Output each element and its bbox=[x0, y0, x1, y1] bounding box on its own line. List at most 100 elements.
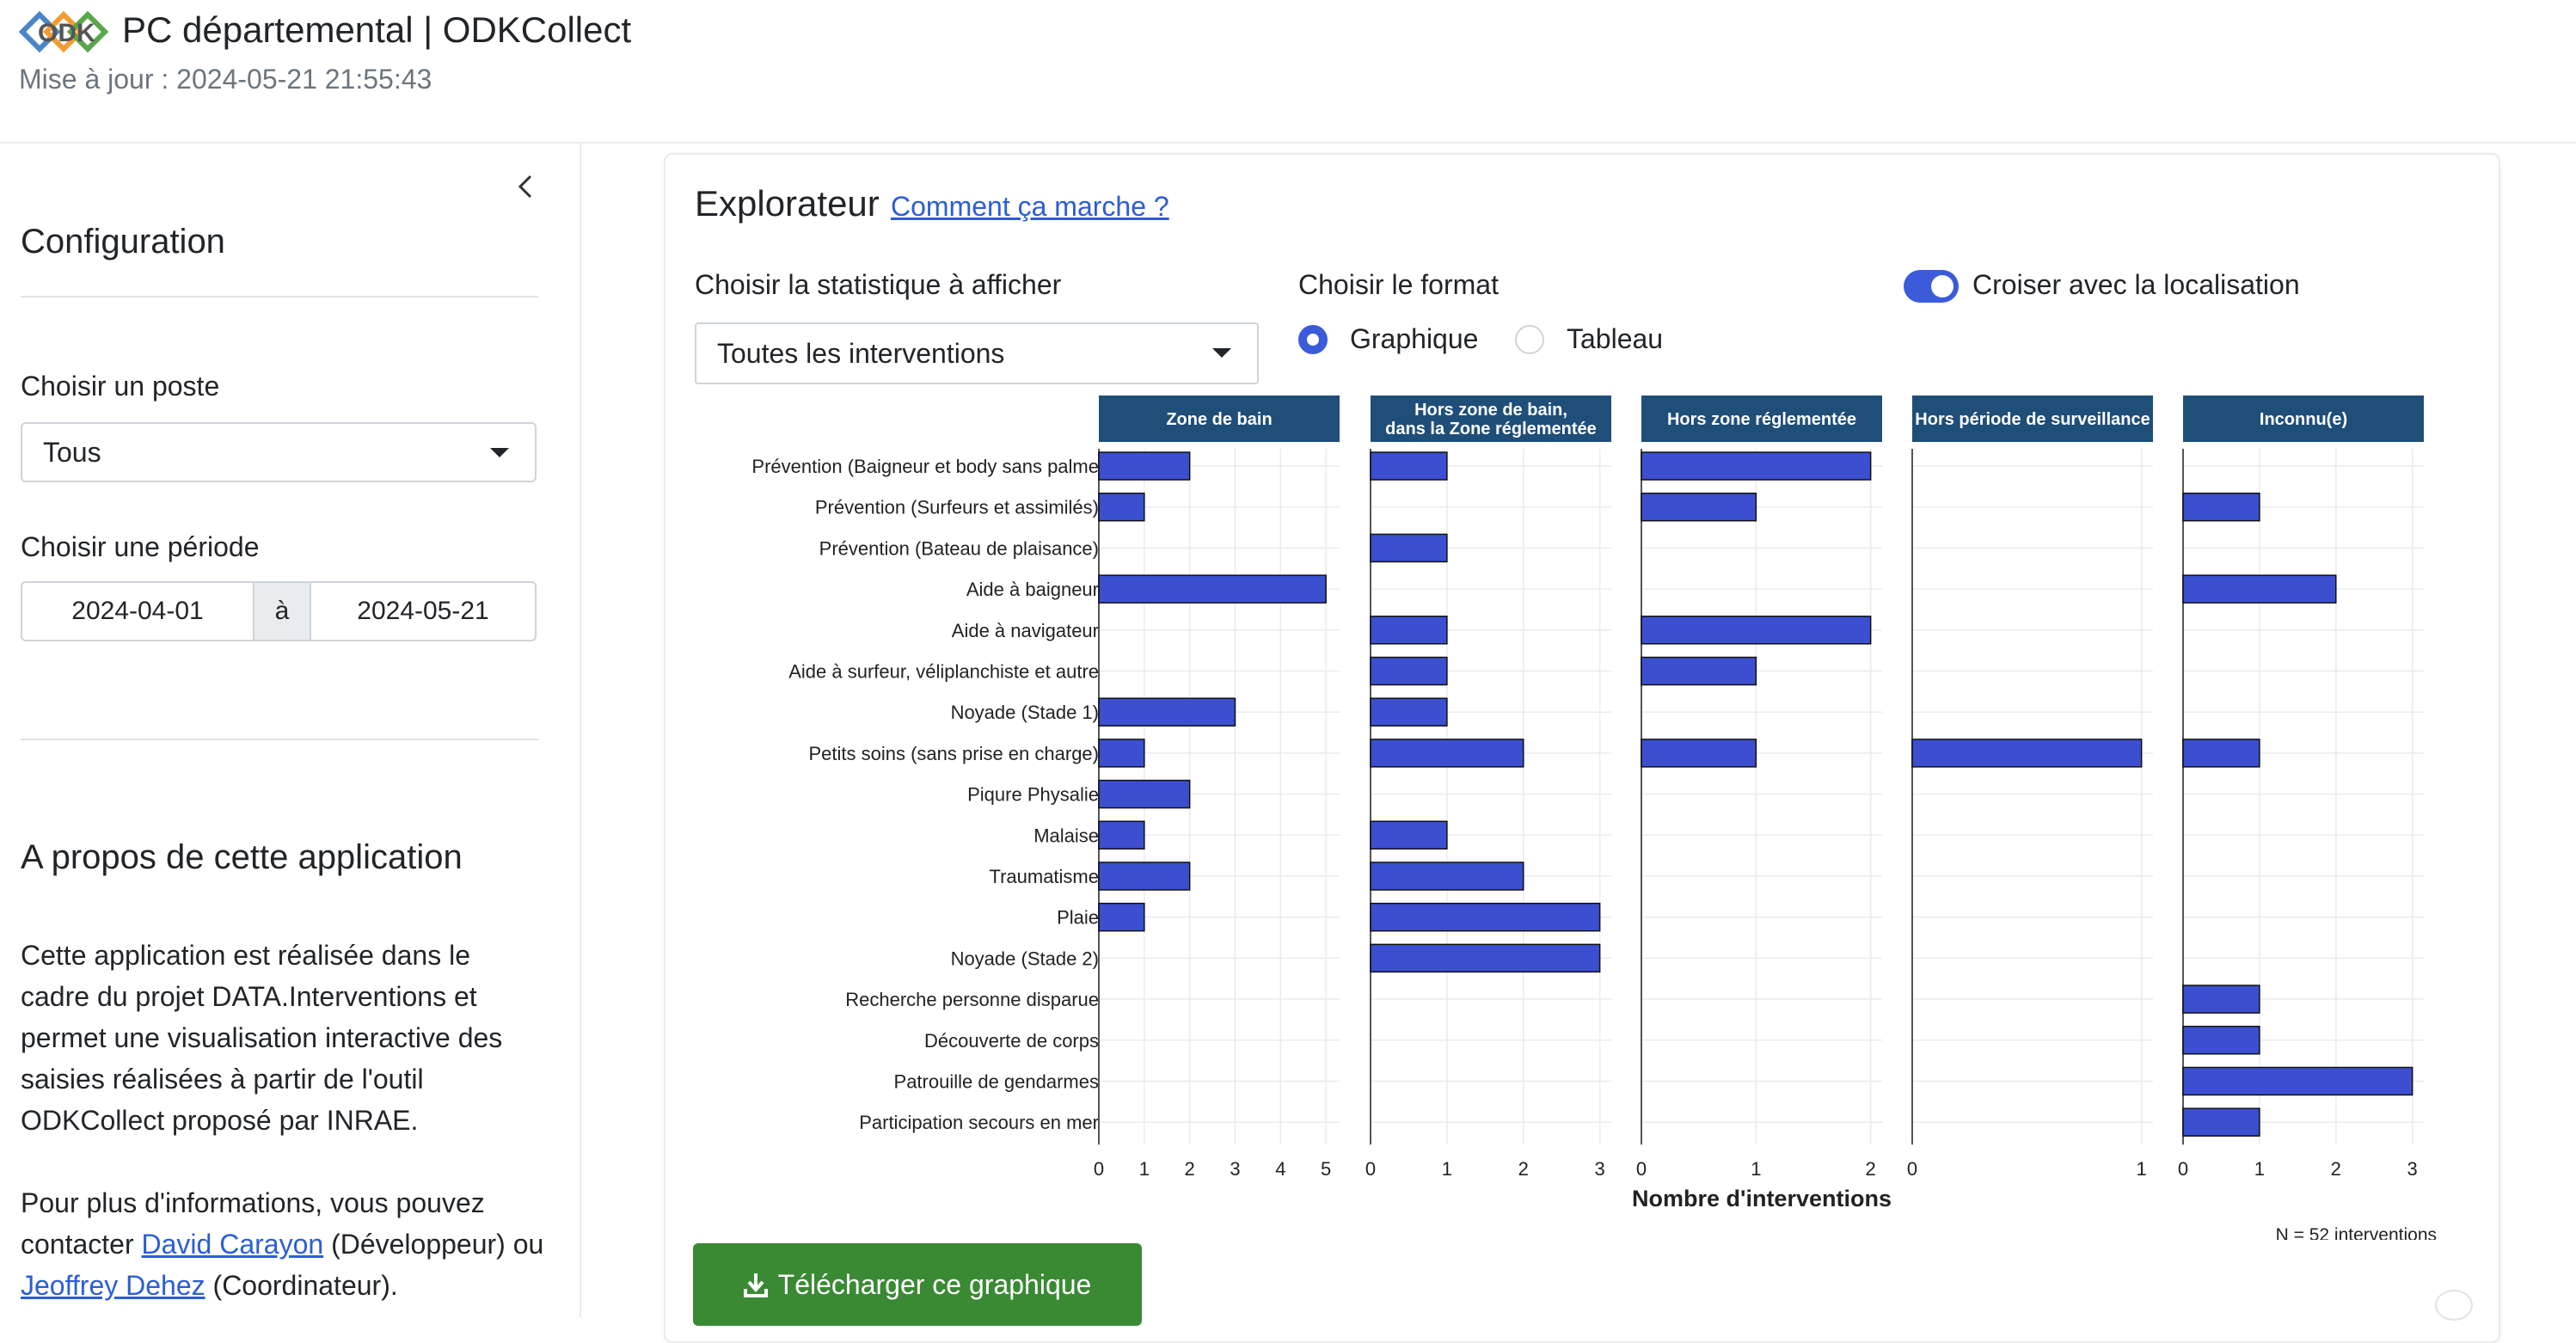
coordinator-link[interactable]: Jeoffrey Dehez bbox=[21, 1270, 205, 1301]
bar bbox=[1641, 739, 1757, 768]
svg-text:ODK: ODK bbox=[38, 19, 95, 47]
category-label: Aide à surfeur, véliplanchiste et autre bbox=[788, 661, 1099, 683]
bar bbox=[1098, 902, 1145, 932]
contact-text: Pour plus d'informations, vous pouvez co… bbox=[21, 1182, 545, 1306]
coordinator-role: (Coordinateur). bbox=[205, 1270, 398, 1301]
date-start-input[interactable]: 2024-04-01 bbox=[22, 583, 253, 640]
stat-select[interactable]: Toutes les interventions bbox=[695, 322, 1259, 384]
x-tick-label: 0 bbox=[1907, 1158, 1917, 1180]
collapse-sidebar-icon[interactable] bbox=[512, 169, 538, 204]
category-label: Recherche personne disparue bbox=[845, 989, 1099, 1010]
poste-select[interactable]: Tous bbox=[21, 422, 537, 482]
x-tick-label: 3 bbox=[2407, 1158, 2418, 1180]
poste-label: Choisir un poste bbox=[21, 371, 220, 402]
x-tick-label: 0 bbox=[2178, 1158, 2188, 1180]
date-separator: à bbox=[253, 583, 311, 640]
bar bbox=[1098, 779, 1191, 809]
category-label: Traumatisme bbox=[989, 866, 1099, 887]
x-tick-label: 3 bbox=[1595, 1158, 1605, 1180]
bar bbox=[1098, 697, 1236, 727]
x-tick-label: 5 bbox=[1321, 1158, 1331, 1180]
bar bbox=[1370, 697, 1448, 727]
bar bbox=[1641, 451, 1872, 481]
bar bbox=[1098, 574, 1327, 604]
bar bbox=[1370, 902, 1601, 932]
x-tick-label: 1 bbox=[2137, 1158, 2147, 1180]
sidebar: Configuration Choisir un poste Tous Choi… bbox=[0, 144, 581, 1317]
bar bbox=[1641, 656, 1757, 686]
x-tick-label: 1 bbox=[1442, 1158, 1452, 1180]
bar bbox=[1370, 451, 1448, 481]
category-label: Petits soins (sans prise en charge) bbox=[809, 743, 1100, 764]
bar bbox=[1370, 616, 1448, 645]
bar bbox=[1098, 862, 1191, 891]
x-tick-label: 1 bbox=[1139, 1158, 1150, 1180]
cross-location-toggle[interactable] bbox=[1904, 270, 1959, 303]
x-tick-label: 3 bbox=[1230, 1158, 1240, 1180]
x-tick-label: 2 bbox=[1185, 1158, 1195, 1180]
category-label: Découverte de corps bbox=[924, 1030, 1099, 1052]
category-label: Plaie bbox=[1057, 907, 1099, 929]
download-label: Télécharger ce graphique bbox=[777, 1268, 1092, 1300]
poste-select-value: Tous bbox=[43, 437, 101, 468]
radio-graphique-label: Graphique bbox=[1350, 323, 1479, 354]
bar bbox=[1911, 739, 2143, 768]
about-text: Cette application est réalisée dans le c… bbox=[21, 940, 503, 1136]
category-label: Noyade (Stade 2) bbox=[951, 947, 1099, 969]
category-label: Prévention (Bateau de plaisance) bbox=[819, 537, 1099, 559]
cross-location-label: Croiser avec la localisation bbox=[1972, 269, 2300, 300]
odk-logo: ODK bbox=[19, 10, 109, 53]
bar bbox=[2182, 492, 2260, 522]
format-label: Choisir le format bbox=[1298, 269, 1499, 300]
bar bbox=[2182, 984, 2260, 1014]
help-link[interactable]: Comment ça marche ? bbox=[891, 187, 1169, 225]
divider bbox=[21, 296, 538, 297]
radio-tableau[interactable] bbox=[1515, 325, 1544, 354]
facet-strip-label: dans la Zone réglementée bbox=[1385, 420, 1597, 438]
developer-link[interactable]: David Carayon bbox=[142, 1229, 324, 1260]
bar bbox=[2182, 1066, 2413, 1096]
expand-icon[interactable] bbox=[2435, 1290, 2473, 1321]
download-chart-button[interactable]: Télécharger ce graphique bbox=[693, 1243, 1142, 1326]
bar bbox=[1370, 656, 1448, 686]
bar bbox=[2182, 739, 2260, 768]
explorer-title: Explorateur bbox=[695, 183, 880, 224]
about-title: A propos de cette application bbox=[21, 838, 463, 876]
bar bbox=[1370, 862, 1524, 891]
date-end-input[interactable]: 2024-05-21 bbox=[311, 583, 535, 640]
category-label: Participation secours en mer bbox=[859, 1112, 1099, 1133]
facet-strip-label: Hors période de surveillance bbox=[1915, 410, 2150, 429]
category-label: Piqure Physalie bbox=[967, 784, 1099, 806]
chevron-down-icon bbox=[1212, 348, 1231, 358]
x-tick-label: 4 bbox=[1275, 1158, 1285, 1180]
x-tick-label: 2 bbox=[1866, 1158, 1876, 1180]
bar bbox=[2182, 574, 2337, 604]
date-range-input: 2024-04-01 à 2024-05-21 bbox=[21, 581, 537, 641]
facet-strip-label: Hors zone de bain, bbox=[1414, 401, 1567, 420]
app-header: ODK PC départemental | ODKCollect Mise à… bbox=[0, 0, 2576, 144]
facet-strip-label: Hors zone réglementée bbox=[1667, 410, 1856, 429]
chevron-down-icon bbox=[490, 448, 509, 457]
bar bbox=[1370, 943, 1601, 973]
category-label: Aide à navigateur bbox=[952, 620, 1099, 641]
category-label: Malaise bbox=[1033, 825, 1099, 846]
download-icon bbox=[743, 1273, 768, 1297]
x-axis-title: Nombre d'interventions bbox=[1632, 1186, 1892, 1211]
bar bbox=[2182, 1107, 2260, 1137]
x-tick-label: 0 bbox=[1094, 1158, 1104, 1180]
bar bbox=[1641, 616, 1872, 645]
category-label: Noyade (Stade 1) bbox=[951, 702, 1099, 723]
stat-label: Choisir la statistique à afficher bbox=[695, 269, 1062, 300]
sample-size-note: N = 52 interventions bbox=[2276, 1225, 2437, 1240]
radio-graphique[interactable] bbox=[1298, 325, 1328, 354]
category-label: Prévention (Baigneur et body sans palme bbox=[751, 456, 1099, 477]
bar bbox=[1098, 451, 1191, 481]
periode-label: Choisir une période bbox=[21, 531, 260, 562]
bar bbox=[1370, 739, 1524, 768]
last-update-text: Mise à jour : 2024-05-21 21:55:43 bbox=[19, 64, 432, 95]
x-tick-label: 1 bbox=[1751, 1158, 1761, 1180]
bar bbox=[1370, 533, 1448, 563]
x-tick-label: 1 bbox=[2254, 1158, 2265, 1180]
x-tick-label: 0 bbox=[1636, 1158, 1647, 1180]
facet-strip-label: Zone de bain bbox=[1166, 410, 1272, 429]
